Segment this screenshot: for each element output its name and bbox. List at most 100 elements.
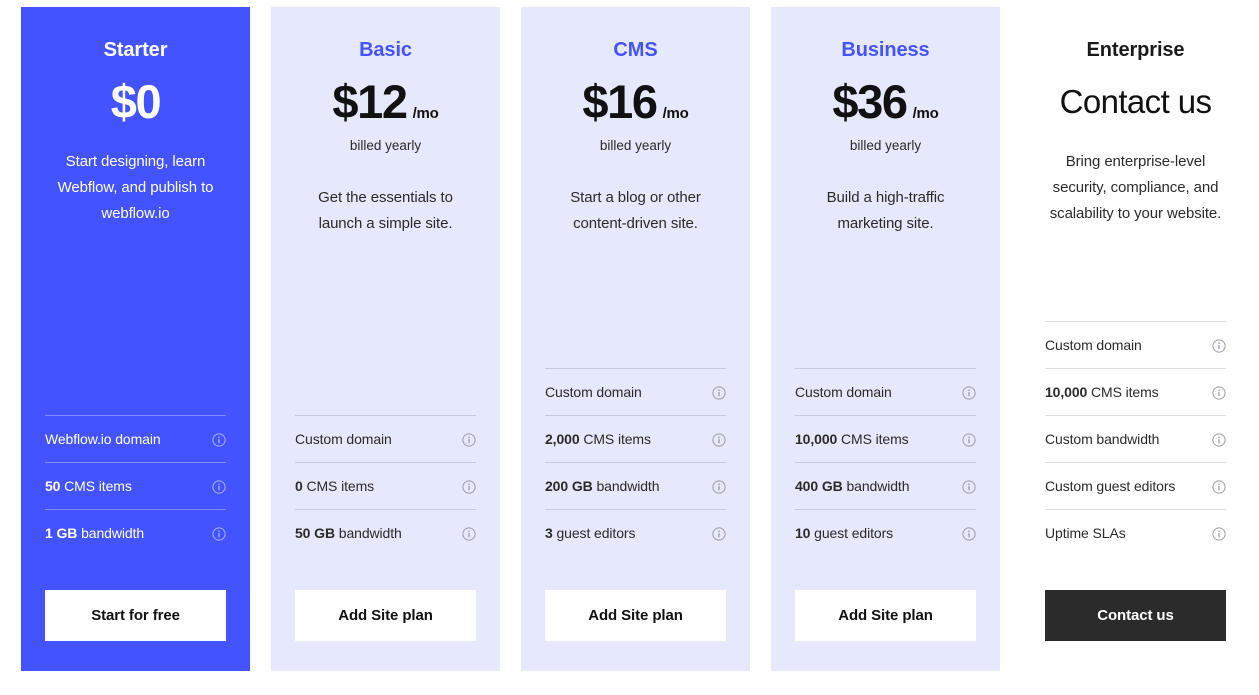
plan-price-amount: $16 xyxy=(582,75,658,128)
feature-label: 10,000 CMS items xyxy=(1045,382,1159,403)
cta-button-cms[interactable]: Add Site plan xyxy=(545,590,726,641)
feature-text: Custom domain xyxy=(545,384,642,400)
cta-button-basic[interactable]: Add Site plan xyxy=(295,590,476,641)
feature-list: Custom domain 10,000 CMS items Custom band… xyxy=(1045,301,1226,556)
cta-wrapper: Contact us xyxy=(1045,590,1226,641)
info-circle-icon[interactable] xyxy=(1212,386,1226,400)
feature-quantity: 3 xyxy=(545,525,553,541)
feature-text: bandwidth xyxy=(596,478,660,494)
feature-text: Custom guest editors xyxy=(1045,478,1176,494)
feature-text: Custom bandwidth xyxy=(1045,431,1160,447)
feature-text: Custom domain xyxy=(795,384,892,400)
feature-row: 2,000 CMS items xyxy=(545,415,726,462)
feature-row: Webflow.io domain xyxy=(45,415,226,462)
info-circle-icon[interactable] xyxy=(712,386,726,400)
plan-price-contact: Contact us xyxy=(1059,83,1212,120)
feature-text: bandwidth xyxy=(846,478,910,494)
feature-list: Custom domain 10,000 CMS items 400 GB band… xyxy=(795,348,976,556)
feature-row: 10,000 CMS items xyxy=(795,415,976,462)
feature-label: Custom domain xyxy=(295,429,392,450)
plan-price-amount: $36 xyxy=(832,75,908,128)
feature-row: Custom domain xyxy=(545,368,726,415)
info-circle-icon[interactable] xyxy=(962,527,976,541)
plan-description: Start designing, learn Webflow, and publ… xyxy=(57,153,214,222)
feature-label: 10,000 CMS items xyxy=(795,429,909,450)
feature-text: bandwidth xyxy=(338,525,402,541)
cta-button-business[interactable]: Add Site plan xyxy=(795,590,976,641)
feature-row: Custom bandwidth xyxy=(1045,415,1226,462)
plan-price-period: /mo xyxy=(412,105,439,122)
feature-quantity: 400 GB xyxy=(795,478,843,494)
feature-text: CMS items xyxy=(583,431,651,447)
feature-row: 50 GB bandwidth xyxy=(295,509,476,556)
plan-price-amount: $0 xyxy=(110,75,162,128)
feature-text: CMS items xyxy=(64,478,132,494)
info-circle-icon[interactable] xyxy=(1212,527,1226,541)
plan-card-enterprise: Enterprise Contact us Bring enterprise-lev… xyxy=(1021,7,1250,671)
feature-text: bandwidth xyxy=(81,525,145,541)
info-circle-icon[interactable] xyxy=(712,433,726,447)
plan-price-amount: $12 xyxy=(332,75,408,128)
cta-wrapper: Add Site plan xyxy=(545,590,726,641)
feature-row: 3 guest editors xyxy=(545,509,726,556)
feature-text: Custom domain xyxy=(1045,337,1142,353)
feature-label: Webflow.io domain xyxy=(45,429,161,450)
info-circle-icon[interactable] xyxy=(962,480,976,494)
cta-wrapper: Add Site plan xyxy=(295,590,476,641)
plan-name: Starter xyxy=(103,39,168,61)
pricing-plans-grid: Starter $0 Start designing, learn Webflow,… xyxy=(0,0,1259,671)
info-circle-icon[interactable] xyxy=(462,480,476,494)
feature-text: CMS items xyxy=(1091,384,1159,400)
feature-text: CMS items xyxy=(306,478,375,494)
feature-label: 50 CMS items xyxy=(45,476,132,497)
feature-row: 400 GB bandwidth xyxy=(795,462,976,509)
feature-text: Webflow.io domain xyxy=(45,431,161,447)
feature-label: Custom domain xyxy=(545,382,642,403)
plan-card-business: Business $36/mo billed yearly Build a high-… xyxy=(771,7,1000,671)
feature-label: Custom domain xyxy=(1045,335,1142,356)
info-circle-icon[interactable] xyxy=(962,386,976,400)
feature-quantity: 0 xyxy=(295,478,303,494)
info-circle-icon[interactable] xyxy=(962,433,976,447)
feature-label: Custom domain xyxy=(795,382,892,403)
plan-price-row: $12/mo xyxy=(295,73,476,131)
plan-name: Business xyxy=(841,39,930,61)
feature-row: Custom domain xyxy=(795,368,976,415)
feature-quantity: 10,000 xyxy=(1045,384,1088,400)
info-circle-icon[interactable] xyxy=(1212,480,1226,494)
feature-quantity: 50 GB xyxy=(295,525,335,541)
cta-button-enterprise[interactable]: Contact us xyxy=(1045,590,1226,641)
info-circle-icon[interactable] xyxy=(212,480,226,494)
cta-button-starter[interactable]: Start for free xyxy=(45,590,226,641)
info-circle-icon[interactable] xyxy=(712,527,726,541)
plan-description: Start a blog or other content-driven sit… xyxy=(570,189,701,232)
feature-list: Custom domain 0 CMS items 50 GB bandwidth xyxy=(295,395,476,556)
feature-row: Custom domain xyxy=(1045,321,1226,368)
billing-note: billed yearly xyxy=(599,138,672,153)
info-circle-icon[interactable] xyxy=(1212,339,1226,353)
feature-text: Custom domain xyxy=(295,431,392,447)
feature-row: 10,000 CMS items xyxy=(1045,368,1226,415)
feature-quantity: 200 GB xyxy=(545,478,593,494)
feature-list: Custom domain 2,000 CMS items 200 GB bandw… xyxy=(545,348,726,556)
feature-label: 10 guest editors xyxy=(795,523,893,544)
feature-text: Uptime SLAs xyxy=(1045,525,1126,541)
plan-card-cms: CMS $16/mo billed yearly Start a blog or ot… xyxy=(521,7,750,671)
feature-label: 0 CMS items xyxy=(295,476,374,497)
feature-row: Custom domain xyxy=(295,415,476,462)
feature-text: guest editors xyxy=(814,525,894,541)
info-circle-icon[interactable] xyxy=(462,433,476,447)
feature-label: 200 GB bandwidth xyxy=(545,476,659,497)
info-circle-icon[interactable] xyxy=(1212,433,1226,447)
cta-wrapper: Start for free xyxy=(45,590,226,641)
feature-label: Custom bandwidth xyxy=(1045,429,1159,450)
info-circle-icon[interactable] xyxy=(212,527,226,541)
feature-row: 200 GB bandwidth xyxy=(545,462,726,509)
feature-text: guest editors xyxy=(556,525,636,541)
info-circle-icon[interactable] xyxy=(712,480,726,494)
billing-note: billed yearly xyxy=(349,138,422,153)
info-circle-icon[interactable] xyxy=(212,433,226,447)
info-circle-icon[interactable] xyxy=(462,527,476,541)
feature-quantity: 50 xyxy=(45,478,61,494)
feature-row: 50 CMS items xyxy=(45,462,226,509)
